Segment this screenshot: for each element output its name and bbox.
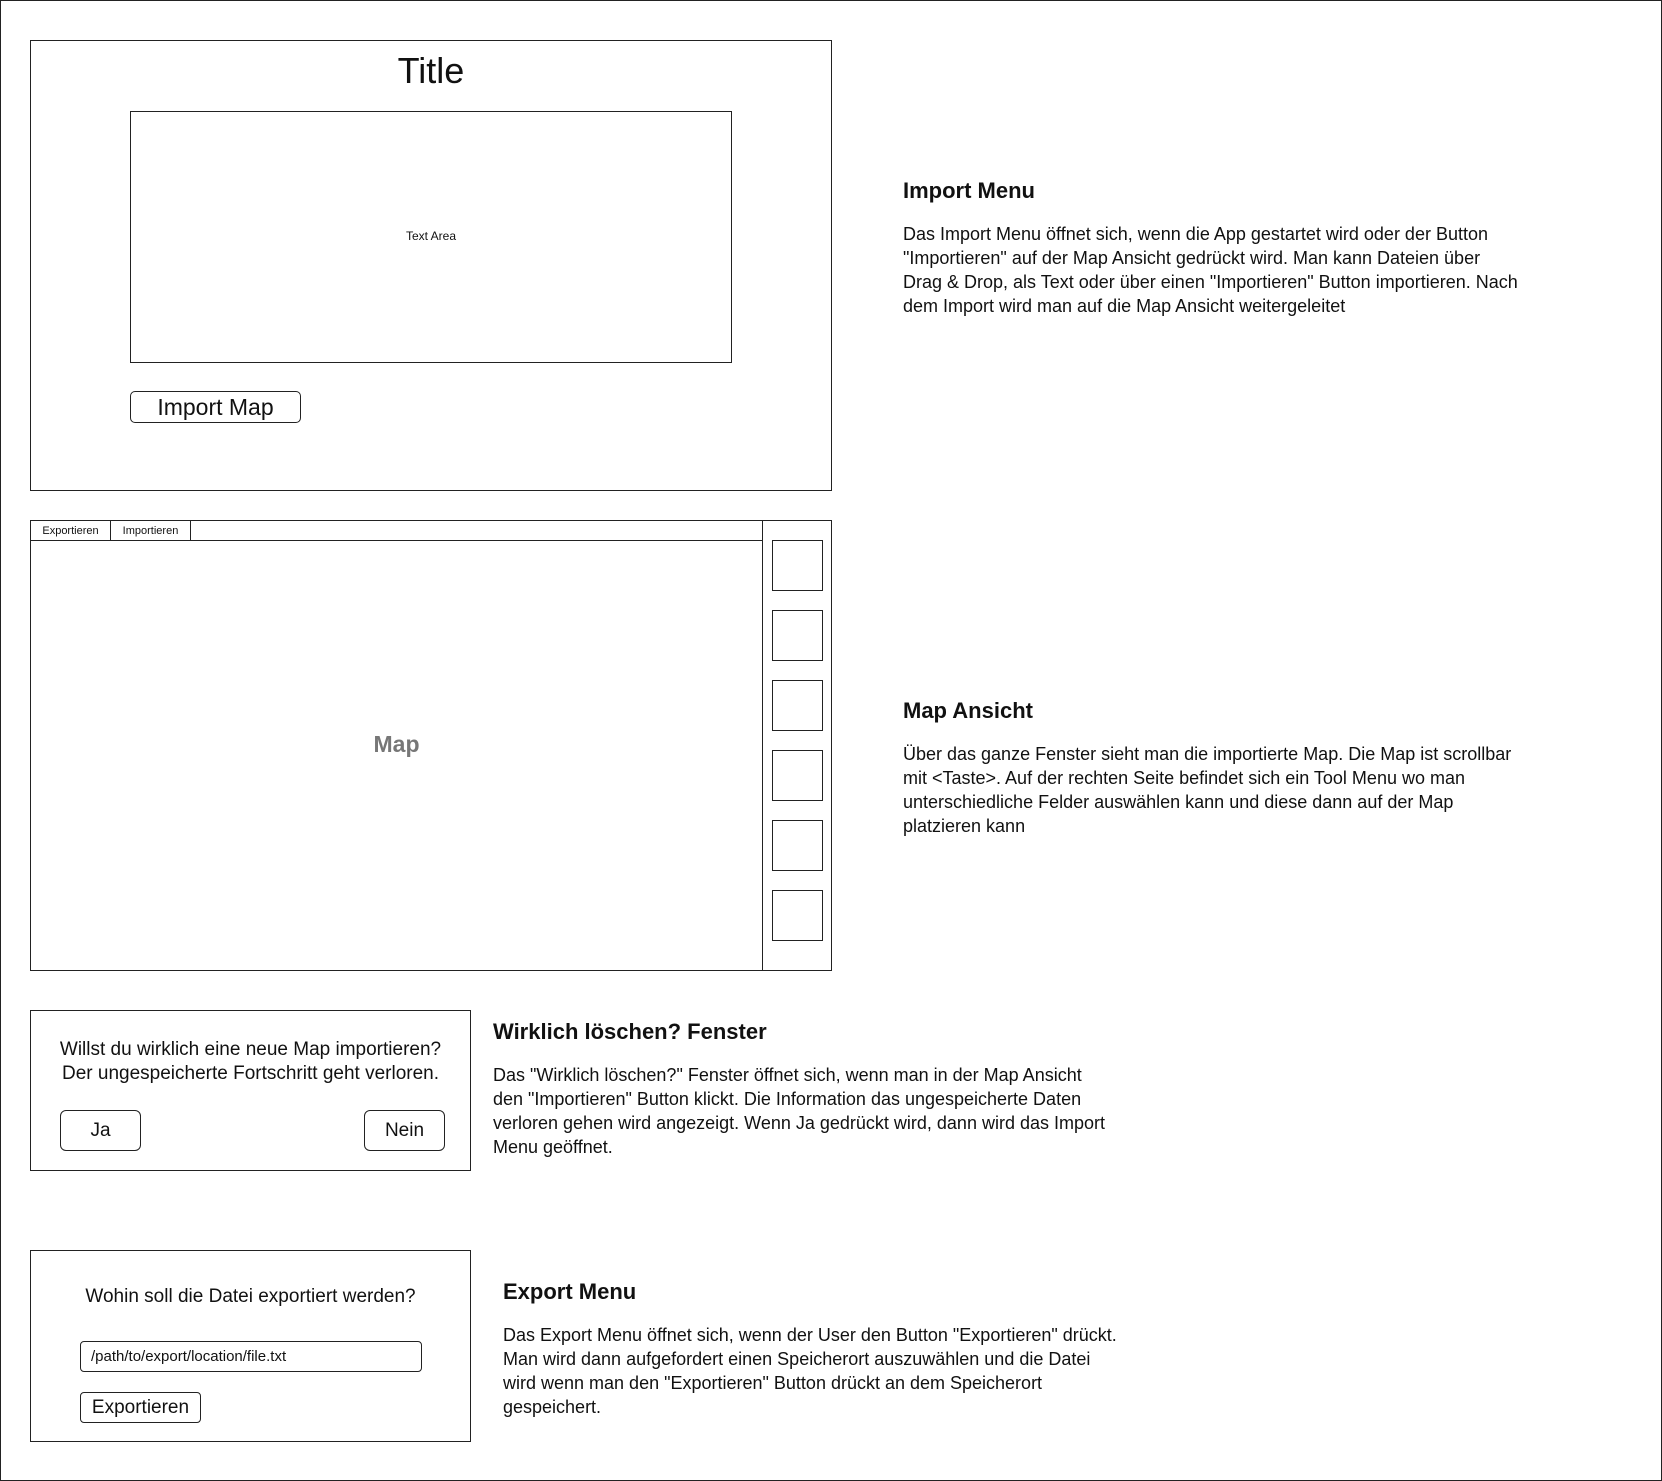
description-line: "Importieren" auf der Map Ansicht gedrüc… [903,248,1481,268]
description-line: platzieren kann [903,816,1026,836]
export-path-input[interactable]: /path/to/export/location/file.txt [80,1341,422,1372]
import-map-button[interactable]: Import Map [130,391,301,423]
tool-slot-5[interactable] [772,820,823,871]
tool-menu [762,521,831,970]
export-question: Wohin soll die Datei exportiert werden? [85,1286,416,1307]
tab-importieren[interactable]: Importieren [111,521,191,540]
tool-slot-1[interactable] [772,540,823,591]
confirm-dialog-description-title: Wirklich löschen? Fenster [493,1019,767,1044]
confirm-dialog-description: Das "Wirklich löschen?" Fenster öffnet s… [493,1063,1213,1159]
import-menu-description-title: Import Menu [903,178,1035,203]
yes-button[interactable]: Ja [60,1110,141,1151]
text-area-label: Text Area [405,229,457,243]
map-tab-bar: Exportieren Importieren [31,521,763,541]
description-line: unterschiedliche Felder auswählen kann u… [903,792,1454,812]
import-text-area[interactable]: Text Area [130,111,732,363]
map-label: Map [373,731,420,757]
import-menu-title: Title [397,50,465,91]
confirm-question-line: Willst du wirklich eine neue Map importi… [59,1039,442,1060]
tool-slot-6[interactable] [772,890,823,941]
description-line: dem Import wird man auf die Map Ansicht … [903,296,1346,316]
map-view-description-title: Map Ansicht [903,698,1033,723]
description-line: Das "Wirklich löschen?" Fenster öffnet s… [493,1065,1082,1085]
confirm-question: Willst du wirklich eine neue Map importi… [31,1038,470,1086]
export-menu-description: Das Export Menu öffnet sich, wenn der Us… [503,1323,1223,1419]
tool-slot-4[interactable] [772,750,823,801]
description-line: den "Importieren" Button klickt. Die Inf… [493,1089,1082,1109]
confirm-dialog: Willst du wirklich eine neue Map importi… [30,1010,471,1171]
description-line: mit <Taste>. Auf der rechten Seite befin… [903,768,1465,788]
description-line: Über das ganze Fenster sieht man die imp… [903,744,1512,764]
description-line: Man wird dann aufgefordert einen Speiche… [503,1349,1091,1369]
description-line: wird wenn man den "Exportieren" Button d… [503,1373,1043,1393]
description-line: Menu geöffnet. [493,1137,613,1157]
import-menu-description: Das Import Menu öffnet sich, wenn die Ap… [903,222,1623,318]
description-line: Das Export Menu öffnet sich, wenn der Us… [503,1325,1117,1345]
description-line: Das Import Menu öffnet sich, wenn die Ap… [903,224,1488,244]
tool-slot-3[interactable] [772,680,823,731]
no-button[interactable]: Nein [364,1110,445,1151]
confirm-question-line: Der ungespeicherte Fortschritt geht verl… [61,1063,439,1084]
export-menu-description-title: Export Menu [503,1279,637,1304]
tab-exportieren[interactable]: Exportieren [31,521,111,540]
import-menu-window: Title Text Area Import Map [30,40,832,491]
map-view-window: Exportieren Importieren Map [30,520,832,971]
description-line: Drag & Drop, als Text oder über einen "I… [903,272,1518,292]
export-dialog: Wohin soll die Datei exportiert werden? … [30,1250,471,1442]
tool-slot-2[interactable] [772,610,823,661]
description-line: verloren gehen wird angezeigt. Wenn Ja g… [493,1113,1105,1133]
map-view-description: Über das ganze Fenster sieht man die imp… [903,742,1623,838]
map-canvas[interactable]: Map [31,541,762,970]
description-line: gespeichert. [503,1397,602,1417]
export-button[interactable]: Exportieren [80,1392,201,1423]
